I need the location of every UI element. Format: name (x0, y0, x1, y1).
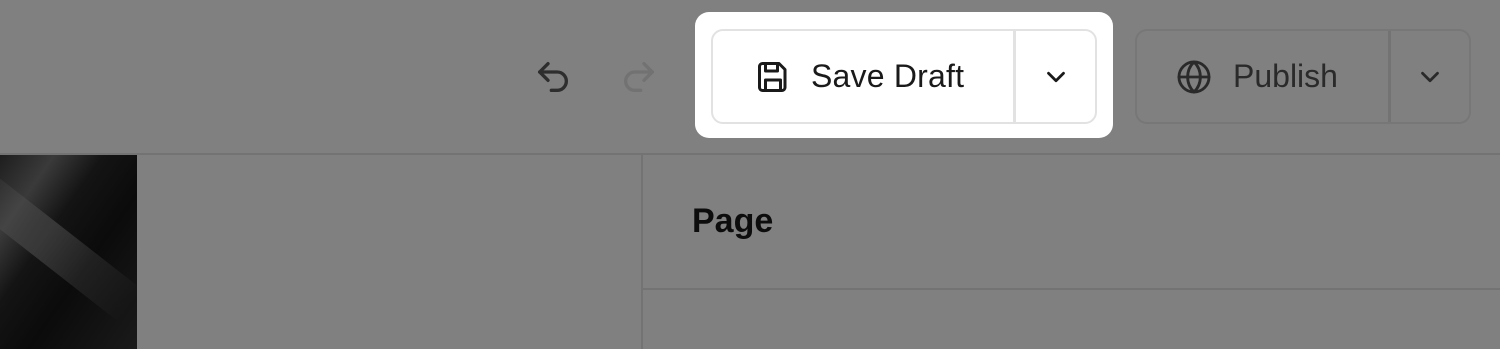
publish-split-button: Publish (1135, 29, 1471, 124)
canvas-image-thumbnail[interactable] (0, 155, 137, 349)
undo-button[interactable] (526, 50, 580, 104)
undo-icon (538, 62, 568, 93)
floppy-disk-icon (758, 61, 787, 92)
chevron-down-icon (1421, 71, 1439, 82)
publish-menu-button[interactable] (1391, 31, 1469, 122)
panel-title: Page (692, 202, 774, 240)
globe-icon (1177, 60, 1211, 93)
settings-panel: Page (641, 155, 1500, 349)
top-toolbar: Save Draft Publish (0, 0, 1500, 155)
save-draft-split-button: Save Draft (711, 29, 1097, 124)
publish-label: Publish (1233, 58, 1338, 94)
panel-header: Page (643, 155, 1500, 290)
save-draft-button[interactable]: Save Draft (713, 31, 1016, 122)
save-draft-label: Save Draft (811, 58, 965, 94)
publish-button[interactable]: Publish (1137, 31, 1391, 122)
save-draft-menu-button[interactable] (1016, 31, 1095, 122)
chevron-down-icon (1046, 71, 1065, 82)
redo-icon (624, 62, 654, 93)
redo-button[interactable] (612, 50, 666, 104)
